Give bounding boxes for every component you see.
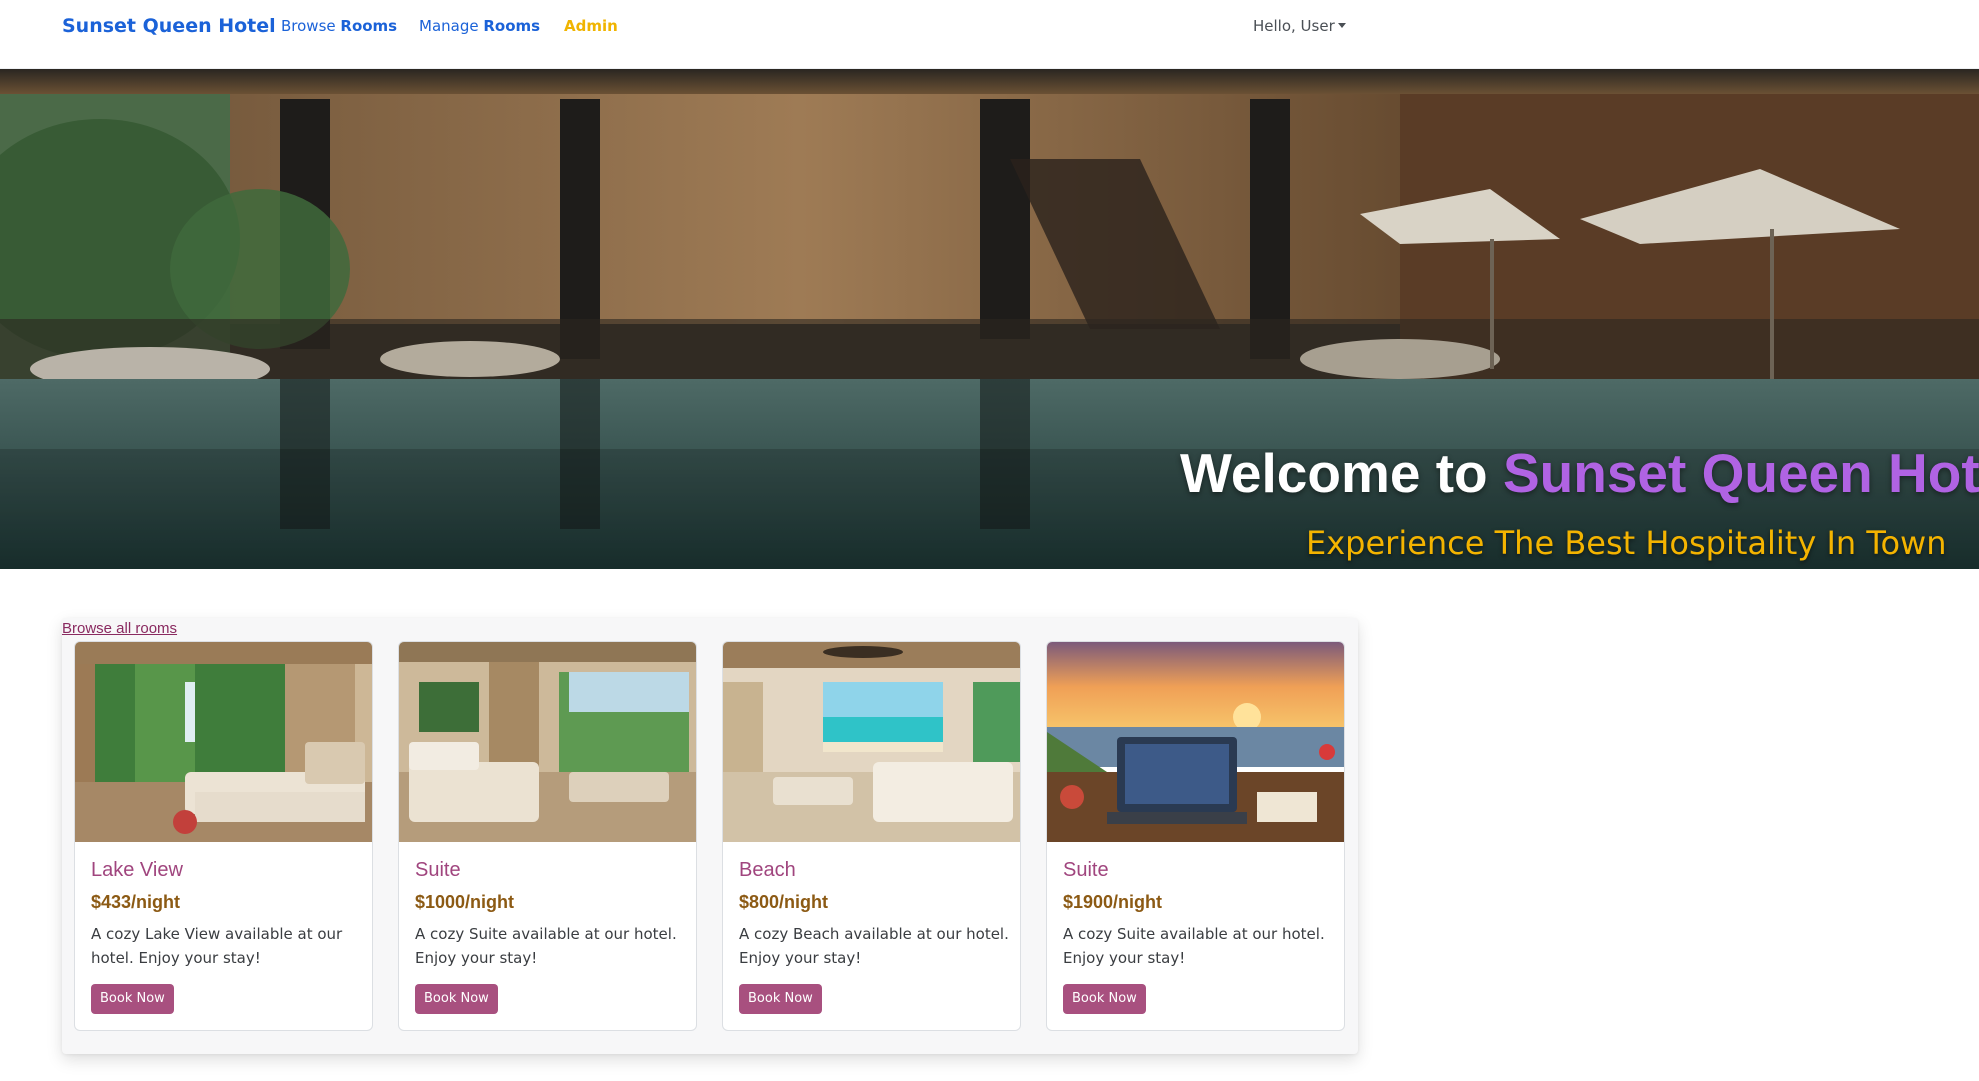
hero-banner: Welcome to Sunset Queen Hotel Experience… — [0, 69, 1979, 569]
room-price: $800/night — [739, 892, 829, 912]
book-now-button[interactable]: Book Now — [415, 984, 498, 1014]
top-navbar: Sunset Queen Hotel Browse Rooms Manage R… — [0, 0, 1979, 69]
browse-all-rooms-link[interactable]: Browse all rooms — [62, 620, 177, 637]
room-description: A cozy Beach available at our hotel. Enj… — [739, 925, 1009, 967]
room-image-lake-view — [75, 642, 372, 842]
book-now-button[interactable]: Book Now — [1063, 984, 1146, 1014]
room-price: $1900/night — [1063, 892, 1163, 912]
user-menu-dropdown[interactable]: Hello, User — [1253, 17, 1346, 35]
book-now-button[interactable]: Book Now — [91, 984, 174, 1014]
room-card: Suite $1000/night A cozy Suite available… — [398, 641, 697, 1031]
brand-link[interactable]: Sunset Queen Hotel — [62, 15, 276, 37]
room-price: $433/night — [91, 892, 181, 912]
room-card: Lake View $433/night A cozy Lake View av… — [74, 641, 373, 1031]
room-title: Suite — [1063, 859, 1109, 881]
room-image-suite-sunset — [1047, 642, 1344, 842]
room-card: Suite $1900/night A cozy Suite available… — [1046, 641, 1345, 1031]
room-description: A cozy Suite available at our hotel. Enj… — [415, 925, 677, 967]
nav-browse-prefix: Browse — [281, 17, 341, 35]
room-title: Beach — [739, 859, 796, 881]
caret-down-icon — [1337, 23, 1346, 28]
book-now-button[interactable]: Book Now — [739, 984, 822, 1014]
room-description: A cozy Suite available at our hotel. Enj… — [1063, 925, 1325, 967]
room-title: Lake View — [91, 859, 183, 881]
room-title: Suite — [415, 859, 461, 881]
room-image-suite — [399, 642, 696, 842]
hero-subtitle: Experience The Best Hospitality In Town — [1306, 524, 1947, 562]
nav-admin[interactable]: Admin — [564, 17, 618, 35]
hero-title-accent: Sunset Queen Hotel — [1502, 442, 1979, 504]
nav-browse-rooms[interactable]: Browse Rooms — [281, 17, 397, 35]
nav-manage-bold: Rooms — [483, 17, 541, 35]
hero-title: Welcome to Sunset Queen Hotel — [1180, 441, 1979, 505]
nav-manage-prefix: Manage — [419, 17, 484, 35]
room-card: Beach $800/night A cozy Beach available … — [722, 641, 1021, 1031]
nav-browse-bold: Rooms — [340, 17, 398, 35]
room-image-beach — [723, 642, 1020, 842]
room-price: $1000/night — [415, 892, 515, 912]
hero-title-prefix: Welcome to — [1180, 442, 1503, 504]
user-menu-label: Hello, User — [1253, 17, 1335, 35]
nav-manage-rooms[interactable]: Manage Rooms — [419, 17, 540, 35]
room-description: A cozy Lake View available at our hotel.… — [91, 925, 343, 967]
